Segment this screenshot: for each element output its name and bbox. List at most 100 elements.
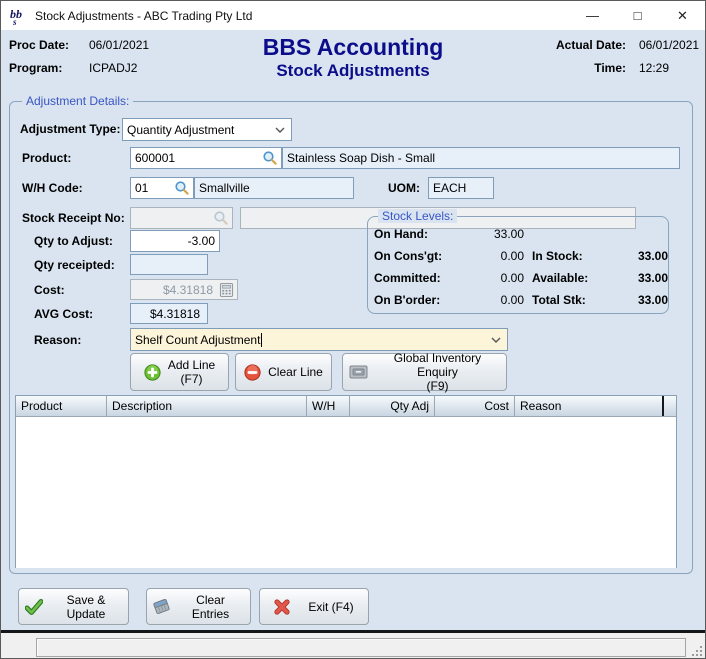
grid-header-row: Product Description W/H Qty Adj Cost Rea… xyxy=(16,396,676,417)
product-search-icon[interactable] xyxy=(262,150,278,166)
grid-header-reason[interactable]: Reason xyxy=(515,396,662,416)
grid-header-product[interactable]: Product xyxy=(16,396,107,416)
stock-level-label: On Hand: xyxy=(374,227,466,241)
avg-cost-value: $4.31818 xyxy=(150,307,200,321)
stock-level-label xyxy=(524,227,614,241)
stock-level-value: 0.00 xyxy=(466,271,524,285)
qty-receipted-label: Qty receipted: xyxy=(34,258,115,272)
grid-body[interactable] xyxy=(16,417,676,568)
time-label: Time: xyxy=(542,61,626,75)
exit-label: Exit (F4) xyxy=(308,600,353,614)
adjustment-details-group: Adjustment Details: Adjustment Type: Qua… xyxy=(9,101,693,574)
stock-receipt-search-icon xyxy=(213,210,229,226)
status-message-panel xyxy=(36,638,686,657)
stock-level-value: 0.00 xyxy=(466,293,524,307)
chevron-down-icon xyxy=(273,123,287,137)
reason-combobox[interactable]: Shelf Count Adjustment xyxy=(130,328,508,351)
stock-receipt-field xyxy=(130,207,233,229)
clear-entries-label: Clear Entries xyxy=(177,593,244,621)
exit-button[interactable]: Exit (F4) xyxy=(259,588,369,625)
stock-level-label: On Cons'gt: xyxy=(374,249,466,263)
uom-label: UOM: xyxy=(388,181,420,195)
title-bar: bb s Stock Adjustments - ABC Trading Pty… xyxy=(1,1,705,30)
stock-levels-caption: Stock Levels: xyxy=(378,209,457,223)
maximize-button[interactable]: □ xyxy=(615,1,660,30)
product-label: Product: xyxy=(22,151,71,165)
exit-x-icon xyxy=(274,599,290,615)
adjustment-type-combobox[interactable]: Quantity Adjustment xyxy=(122,118,292,141)
stock-level-label: Total Stk: xyxy=(524,293,614,307)
add-line-key: (F7) xyxy=(181,372,203,386)
reason-value: Shelf Count Adjustment xyxy=(135,333,260,347)
stock-level-value: 33.00 xyxy=(614,249,668,263)
resize-grip[interactable] xyxy=(691,645,703,657)
header-right: Actual Date: 06/01/2021 Time: 12:29 xyxy=(542,38,696,84)
qty-receipted-field xyxy=(130,254,208,275)
wh-search-icon[interactable] xyxy=(174,180,190,196)
wh-name-field: Smallville xyxy=(194,177,354,199)
product-code-field[interactable] xyxy=(130,147,282,169)
app-logo-icon: bb s xyxy=(9,6,29,26)
adjustment-type-value: Quantity Adjustment xyxy=(127,123,234,137)
drawer-icon xyxy=(349,364,368,380)
text-cursor xyxy=(261,333,262,347)
time-value: 12:29 xyxy=(626,61,696,75)
grid-header-qty-adj[interactable]: Qty Adj xyxy=(350,396,435,416)
stock-adjustments-window: bb s Stock Adjustments - ABC Trading Pty… xyxy=(0,0,706,659)
save-update-button[interactable]: Save & Update xyxy=(18,588,129,625)
product-code-input[interactable] xyxy=(135,151,277,165)
wh-name-value: Smallville xyxy=(199,181,250,195)
calculator-icon[interactable] xyxy=(219,282,234,297)
stock-levels-table: On Hand: 33.00 On Cons'gt: 0.00 In Stock… xyxy=(374,227,660,307)
minimize-button[interactable]: — xyxy=(570,1,615,30)
stock-level-value: 0.00 xyxy=(466,249,524,263)
grid-header-cost[interactable]: Cost xyxy=(435,396,515,416)
qty-to-adjust-field[interactable] xyxy=(130,230,220,252)
qty-to-adjust-input[interactable] xyxy=(135,234,215,248)
cost-label: Cost: xyxy=(34,283,65,297)
cost-value: $4.31818 xyxy=(163,283,213,297)
clear-line-label: Clear Line xyxy=(268,365,323,379)
remove-icon xyxy=(244,364,261,381)
window-title: Stock Adjustments - ABC Trading Pty Ltd xyxy=(35,9,570,23)
stock-level-label: Committed: xyxy=(374,271,466,285)
avg-cost-label: AVG Cost: xyxy=(34,307,93,321)
actual-date-label: Actual Date: xyxy=(542,38,626,52)
wh-code-label: W/H Code: xyxy=(22,181,83,195)
qty-to-adjust-label: Qty to Adjust: xyxy=(34,234,113,248)
grid-header-description[interactable]: Description xyxy=(107,396,307,416)
clear-line-button[interactable]: Clear Line xyxy=(235,353,332,391)
stock-receipt-label: Stock Receipt No: xyxy=(22,211,125,225)
stock-level-value: 33.00 xyxy=(614,293,668,307)
product-description-value: Stainless Soap Dish - Small xyxy=(287,151,435,165)
uom-field: EACH xyxy=(428,177,494,199)
stock-level-label: Available: xyxy=(524,271,614,285)
status-bar xyxy=(1,633,705,659)
clear-entries-button[interactable]: Clear Entries xyxy=(146,588,251,625)
add-line-button[interactable]: Add Line (F7) xyxy=(130,353,229,391)
actual-date-value: 06/01/2021 xyxy=(626,38,696,52)
grid-header-wh[interactable]: W/H xyxy=(307,396,350,416)
add-line-label: Add Line xyxy=(168,358,215,372)
global-inventory-enquiry-button[interactable]: Global Inventory Enquiry (F9) xyxy=(342,353,507,391)
grid-header-filler xyxy=(662,396,676,416)
stock-level-value: 33.00 xyxy=(614,271,668,285)
checkmark-icon xyxy=(25,599,43,615)
close-button[interactable]: ✕ xyxy=(660,1,705,30)
svg-text:s: s xyxy=(12,17,17,26)
avg-cost-field: $4.31818 xyxy=(130,303,208,324)
stock-level-label: In Stock: xyxy=(524,249,614,263)
eraser-icon xyxy=(153,598,170,615)
add-icon xyxy=(144,364,161,381)
stock-level-value xyxy=(614,227,668,241)
wh-code-field[interactable] xyxy=(130,177,194,199)
adjustment-details-caption: Adjustment Details: xyxy=(22,94,133,108)
chevron-down-icon xyxy=(489,333,503,347)
stock-level-value: 33.00 xyxy=(466,227,524,241)
cost-field: $4.31818 xyxy=(130,279,238,300)
stock-levels-group: Stock Levels: On Hand: 33.00 On Cons'gt:… xyxy=(367,216,669,314)
adjustment-lines-grid: Product Description W/H Qty Adj Cost Rea… xyxy=(15,395,677,568)
stock-level-label: On B'order: xyxy=(374,293,466,307)
global-inventory-enquiry-label: Global Inventory Enquiry xyxy=(394,351,481,379)
adjustment-type-label: Adjustment Type: xyxy=(20,122,120,136)
